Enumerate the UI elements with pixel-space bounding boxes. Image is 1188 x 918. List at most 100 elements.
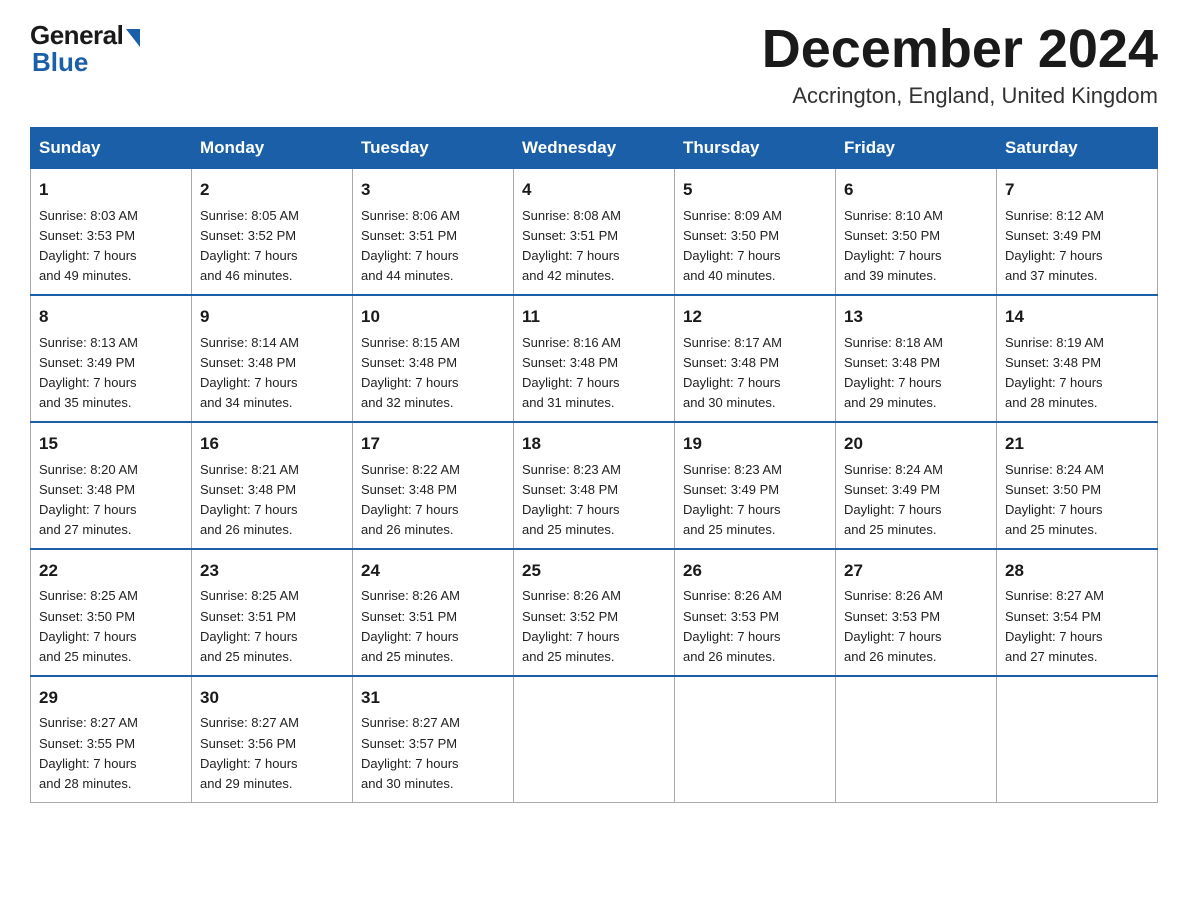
day-info: Daylight: 7 hours xyxy=(844,246,988,266)
day-info: Sunrise: 8:14 AM xyxy=(200,333,344,353)
calendar-cell xyxy=(836,676,997,802)
day-info: Sunrise: 8:25 AM xyxy=(200,586,344,606)
day-info: Sunrise: 8:27 AM xyxy=(200,713,344,733)
day-info: Sunset: 3:53 PM xyxy=(683,607,827,627)
calendar-cell xyxy=(675,676,836,802)
day-number: 8 xyxy=(39,304,183,330)
day-info: Sunrise: 8:13 AM xyxy=(39,333,183,353)
calendar-cell: 7Sunrise: 8:12 AMSunset: 3:49 PMDaylight… xyxy=(997,169,1158,295)
calendar-cell: 6Sunrise: 8:10 AMSunset: 3:50 PMDaylight… xyxy=(836,169,997,295)
day-info: Sunrise: 8:26 AM xyxy=(522,586,666,606)
weekday-header-tuesday: Tuesday xyxy=(353,128,514,169)
day-info: and 25 minutes. xyxy=(39,647,183,667)
day-number: 22 xyxy=(39,558,183,584)
day-info: Daylight: 7 hours xyxy=(39,500,183,520)
title-block: December 2024 Accrington, England, Unite… xyxy=(762,20,1158,109)
day-info: and 37 minutes. xyxy=(1005,266,1149,286)
day-info: Daylight: 7 hours xyxy=(683,246,827,266)
day-info: Sunset: 3:48 PM xyxy=(1005,353,1149,373)
day-info: and 31 minutes. xyxy=(522,393,666,413)
weekday-header-saturday: Saturday xyxy=(997,128,1158,169)
calendar-cell: 4Sunrise: 8:08 AMSunset: 3:51 PMDaylight… xyxy=(514,169,675,295)
day-number: 23 xyxy=(200,558,344,584)
day-number: 12 xyxy=(683,304,827,330)
day-info: Daylight: 7 hours xyxy=(361,754,505,774)
calendar-cell: 28Sunrise: 8:27 AMSunset: 3:54 PMDayligh… xyxy=(997,549,1158,676)
day-number: 16 xyxy=(200,431,344,457)
day-number: 14 xyxy=(1005,304,1149,330)
day-number: 18 xyxy=(522,431,666,457)
day-info: and 39 minutes. xyxy=(844,266,988,286)
day-info: Sunset: 3:48 PM xyxy=(361,480,505,500)
day-info: and 44 minutes. xyxy=(361,266,505,286)
day-info: Sunset: 3:52 PM xyxy=(522,607,666,627)
day-number: 1 xyxy=(39,177,183,203)
day-info: Sunset: 3:51 PM xyxy=(361,607,505,627)
calendar-cell: 2Sunrise: 8:05 AMSunset: 3:52 PMDaylight… xyxy=(192,169,353,295)
day-info: Sunrise: 8:15 AM xyxy=(361,333,505,353)
day-info: and 26 minutes. xyxy=(200,520,344,540)
day-info: Sunrise: 8:24 AM xyxy=(844,460,988,480)
day-info: Sunrise: 8:27 AM xyxy=(361,713,505,733)
calendar-cell: 17Sunrise: 8:22 AMSunset: 3:48 PMDayligh… xyxy=(353,422,514,549)
day-info: Daylight: 7 hours xyxy=(361,246,505,266)
day-info: Sunrise: 8:19 AM xyxy=(1005,333,1149,353)
day-info: Sunset: 3:48 PM xyxy=(39,480,183,500)
calendar-week-row: 8Sunrise: 8:13 AMSunset: 3:49 PMDaylight… xyxy=(31,295,1158,422)
calendar-cell: 19Sunrise: 8:23 AMSunset: 3:49 PMDayligh… xyxy=(675,422,836,549)
day-info: and 25 minutes. xyxy=(683,520,827,540)
day-number: 21 xyxy=(1005,431,1149,457)
day-info: Sunset: 3:51 PM xyxy=(200,607,344,627)
day-number: 6 xyxy=(844,177,988,203)
day-info: Sunset: 3:48 PM xyxy=(522,353,666,373)
month-title: December 2024 xyxy=(762,20,1158,79)
day-info: and 40 minutes. xyxy=(683,266,827,286)
day-info: Sunset: 3:48 PM xyxy=(361,353,505,373)
day-info: Sunset: 3:50 PM xyxy=(1005,480,1149,500)
day-info: Sunset: 3:51 PM xyxy=(522,226,666,246)
day-info: Sunset: 3:57 PM xyxy=(361,734,505,754)
calendar-week-row: 15Sunrise: 8:20 AMSunset: 3:48 PMDayligh… xyxy=(31,422,1158,549)
day-info: Daylight: 7 hours xyxy=(361,500,505,520)
day-number: 25 xyxy=(522,558,666,584)
day-info: and 28 minutes. xyxy=(1005,393,1149,413)
calendar-cell: 26Sunrise: 8:26 AMSunset: 3:53 PMDayligh… xyxy=(675,549,836,676)
weekday-header-row: SundayMondayTuesdayWednesdayThursdayFrid… xyxy=(31,128,1158,169)
day-info: Daylight: 7 hours xyxy=(39,627,183,647)
calendar-cell: 8Sunrise: 8:13 AMSunset: 3:49 PMDaylight… xyxy=(31,295,192,422)
day-number: 7 xyxy=(1005,177,1149,203)
day-info: and 25 minutes. xyxy=(522,520,666,540)
day-info: Sunrise: 8:18 AM xyxy=(844,333,988,353)
calendar-cell: 23Sunrise: 8:25 AMSunset: 3:51 PMDayligh… xyxy=(192,549,353,676)
calendar-cell xyxy=(997,676,1158,802)
calendar-cell: 22Sunrise: 8:25 AMSunset: 3:50 PMDayligh… xyxy=(31,549,192,676)
day-info: Sunset: 3:53 PM xyxy=(844,607,988,627)
calendar-cell: 21Sunrise: 8:24 AMSunset: 3:50 PMDayligh… xyxy=(997,422,1158,549)
day-info: Sunset: 3:52 PM xyxy=(200,226,344,246)
day-info: Daylight: 7 hours xyxy=(522,500,666,520)
day-number: 3 xyxy=(361,177,505,203)
calendar-table: SundayMondayTuesdayWednesdayThursdayFrid… xyxy=(30,127,1158,803)
day-info: Daylight: 7 hours xyxy=(39,373,183,393)
day-number: 19 xyxy=(683,431,827,457)
day-info: Sunrise: 8:25 AM xyxy=(39,586,183,606)
day-info: Sunset: 3:48 PM xyxy=(200,353,344,373)
calendar-cell: 12Sunrise: 8:17 AMSunset: 3:48 PMDayligh… xyxy=(675,295,836,422)
day-info: and 26 minutes. xyxy=(361,520,505,540)
day-info: Daylight: 7 hours xyxy=(39,754,183,774)
calendar-cell: 20Sunrise: 8:24 AMSunset: 3:49 PMDayligh… xyxy=(836,422,997,549)
day-number: 27 xyxy=(844,558,988,584)
weekday-header-thursday: Thursday xyxy=(675,128,836,169)
day-info: Daylight: 7 hours xyxy=(361,373,505,393)
day-info: and 25 minutes. xyxy=(1005,520,1149,540)
day-info: Sunset: 3:49 PM xyxy=(1005,226,1149,246)
day-info: Sunset: 3:48 PM xyxy=(844,353,988,373)
day-info: Daylight: 7 hours xyxy=(522,373,666,393)
day-info: and 29 minutes. xyxy=(200,774,344,794)
day-info: Sunrise: 8:27 AM xyxy=(1005,586,1149,606)
day-info: Daylight: 7 hours xyxy=(200,754,344,774)
calendar-cell: 25Sunrise: 8:26 AMSunset: 3:52 PMDayligh… xyxy=(514,549,675,676)
calendar-cell: 15Sunrise: 8:20 AMSunset: 3:48 PMDayligh… xyxy=(31,422,192,549)
day-number: 13 xyxy=(844,304,988,330)
day-info: Sunrise: 8:23 AM xyxy=(683,460,827,480)
